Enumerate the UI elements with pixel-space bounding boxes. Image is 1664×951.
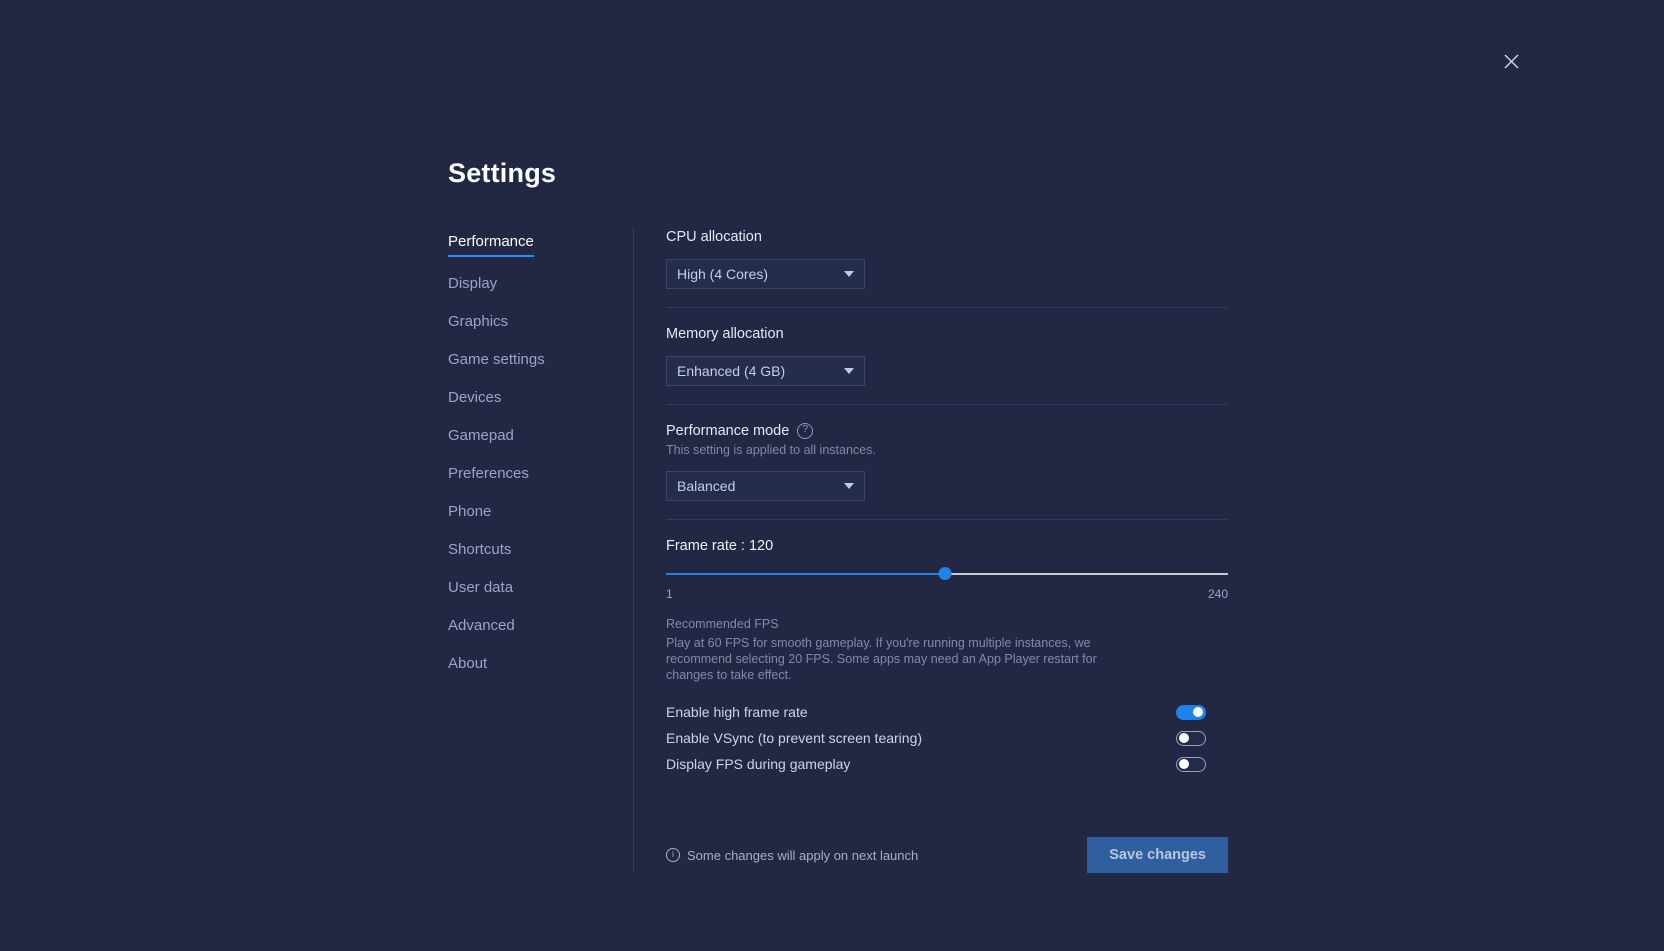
performance-mode-label-row: Performance mode ? — [666, 423, 1228, 439]
section-divider — [666, 307, 1228, 308]
save-changes-button[interactable]: Save changes — [1087, 837, 1228, 873]
cpu-allocation-value: High (4 Cores) — [677, 266, 838, 282]
recommended-fps-body: Play at 60 FPS for smooth gameplay. If y… — [666, 635, 1144, 683]
sidebar-item-shortcuts[interactable]: Shortcuts — [448, 541, 511, 561]
toggle-row-display-fps: Display FPS during gameplay — [666, 751, 1228, 777]
sidebar-item-phone[interactable]: Phone — [448, 503, 491, 523]
toggle-label-display-fps: Display FPS during gameplay — [666, 756, 850, 772]
performance-mode-label: Performance mode — [666, 423, 789, 439]
section-divider — [666, 404, 1228, 405]
memory-allocation-section: Memory allocation Enhanced (4 GB) — [666, 326, 1228, 404]
toggle-row-vsync: Enable VSync (to prevent screen tearing) — [666, 725, 1228, 751]
performance-mode-select[interactable]: Balanced — [666, 471, 865, 501]
sidebar-item-devices[interactable]: Devices — [448, 389, 501, 409]
slider-min-label: 1 — [666, 587, 673, 601]
cpu-allocation-section: CPU allocation High (4 Cores) — [666, 229, 1228, 307]
slider-fill — [666, 573, 945, 575]
sidebar-item-display[interactable]: Display — [448, 275, 497, 295]
chevron-down-icon — [844, 368, 854, 374]
performance-panel: CPU allocation High (4 Cores) Memory all… — [666, 227, 1228, 873]
chevron-down-icon — [844, 483, 854, 489]
help-icon[interactable]: ? — [797, 423, 813, 439]
slider-max-label: 240 — [1208, 587, 1228, 601]
recommended-fps-title: Recommended FPS — [666, 617, 1228, 631]
frame-rate-label: Frame rate : 120 — [666, 538, 1228, 554]
toggle-knob — [1193, 707, 1203, 717]
info-icon: i — [666, 848, 680, 862]
settings-sidebar: Performance Display Graphics Game settin… — [448, 227, 633, 693]
toggle-knob — [1179, 759, 1189, 769]
dialog-footer: i Some changes will apply on next launch… — [666, 837, 1228, 873]
toggle-vsync[interactable] — [1176, 731, 1206, 746]
sidebar-item-gamepad[interactable]: Gamepad — [448, 427, 514, 447]
toggle-label-vsync: Enable VSync (to prevent screen tearing) — [666, 730, 922, 746]
memory-allocation-label: Memory allocation — [666, 326, 1228, 342]
memory-allocation-value: Enhanced (4 GB) — [677, 363, 838, 379]
sidebar-item-performance[interactable]: Performance — [448, 233, 534, 257]
section-divider — [666, 519, 1228, 520]
toggle-row-high-frame-rate: Enable high frame rate — [666, 699, 1228, 725]
sidebar-item-user-data[interactable]: User data — [448, 579, 513, 599]
toggle-high-frame-rate[interactable] — [1176, 705, 1206, 720]
performance-mode-note: This setting is applied to all instances… — [666, 443, 1228, 457]
toggle-knob — [1179, 733, 1189, 743]
frame-rate-section: Frame rate : 120 1 240 Recommended FPS P… — [666, 538, 1228, 795]
slider-thumb[interactable] — [938, 567, 951, 580]
page-title: Settings — [448, 158, 1228, 189]
close-icon[interactable] — [1498, 48, 1524, 74]
sidebar-divider — [633, 227, 634, 873]
cpu-allocation-label: CPU allocation — [666, 229, 1228, 245]
frame-rate-slider[interactable] — [666, 567, 1228, 581]
sidebar-item-about[interactable]: About — [448, 655, 487, 675]
toggle-label-high-frame-rate: Enable high frame rate — [666, 704, 808, 720]
performance-mode-section: Performance mode ? This setting is appli… — [666, 423, 1228, 519]
footer-note: i Some changes will apply on next launch — [666, 848, 918, 863]
cpu-allocation-select[interactable]: High (4 Cores) — [666, 259, 865, 289]
performance-mode-value: Balanced — [677, 478, 838, 494]
sidebar-item-game-settings[interactable]: Game settings — [448, 351, 545, 371]
memory-allocation-select[interactable]: Enhanced (4 GB) — [666, 356, 865, 386]
chevron-down-icon — [844, 271, 854, 277]
sidebar-item-graphics[interactable]: Graphics — [448, 313, 508, 333]
settings-window: Settings Performance Display Graphics Ga… — [0, 0, 1664, 951]
settings-dialog: Settings Performance Display Graphics Ga… — [448, 158, 1228, 873]
slider-range-labels: 1 240 — [666, 587, 1228, 601]
sidebar-item-preferences[interactable]: Preferences — [448, 465, 529, 485]
toggle-display-fps[interactable] — [1176, 757, 1206, 772]
footer-note-text: Some changes will apply on next launch — [687, 848, 918, 863]
sidebar-item-advanced[interactable]: Advanced — [448, 617, 515, 637]
